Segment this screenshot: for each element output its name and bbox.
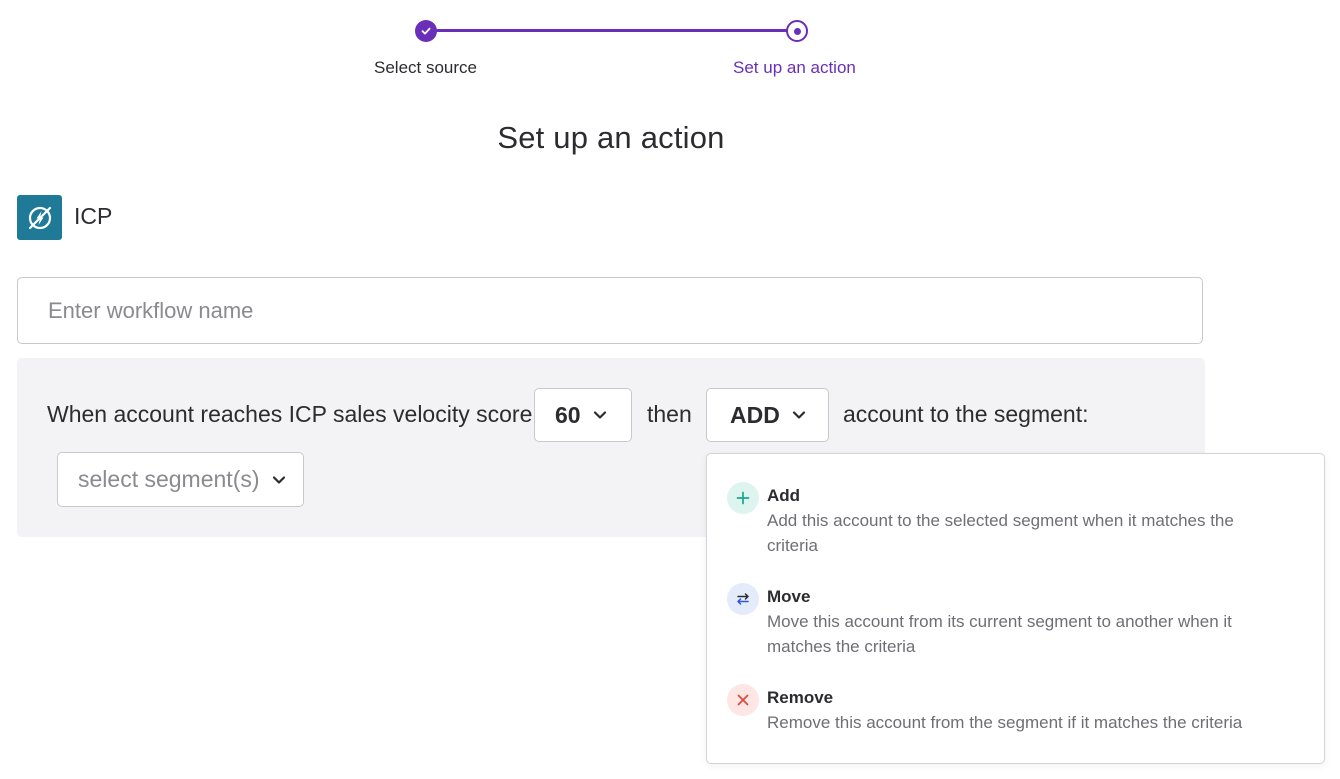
segment-placeholder: select segment(s) <box>78 466 260 492</box>
action-option-remove[interactable]: Remove Remove this account from the segm… <box>707 678 1324 748</box>
page-title: Set up an action <box>497 120 725 155</box>
action-option-move[interactable]: Move Move this account from its current … <box>707 577 1324 663</box>
plus-icon <box>727 482 759 514</box>
action-dropdown[interactable]: ADD <box>706 388 829 442</box>
option-title: Add <box>767 486 801 505</box>
chevron-down-icon <box>593 410 607 420</box>
close-icon <box>727 684 759 716</box>
step-label-select-source[interactable]: Select source <box>374 58 477 78</box>
step-current-indicator <box>786 20 808 42</box>
action-option-add[interactable]: Add Add this account to the selected seg… <box>707 476 1324 562</box>
option-title: Move <box>767 587 811 606</box>
step-label-set-up-action: Set up an action <box>733 58 856 77</box>
stepper-connector <box>436 29 788 32</box>
chevron-down-icon <box>272 475 286 485</box>
option-description: Add this account to the selected segment… <box>767 511 1234 555</box>
rule-prefix-text: When account reaches ICP sales velocity … <box>47 401 533 427</box>
score-value: 60 <box>555 401 581 428</box>
swap-arrows-icon <box>727 583 759 615</box>
workflow-name-input[interactable] <box>17 277 1203 344</box>
action-dropdown-menu: Add Add this account to the selected seg… <box>706 453 1325 764</box>
rule-connector-text: then <box>647 401 692 427</box>
step-complete-check-icon <box>415 20 437 42</box>
chevron-down-icon <box>792 410 806 420</box>
action-value: ADD <box>730 401 780 428</box>
option-description: Move this account from its current segme… <box>767 612 1232 656</box>
option-title: Remove <box>767 688 834 707</box>
progress-stepper: Select source Set up an action <box>0 0 1340 90</box>
source-name: ICP <box>74 203 113 229</box>
no-power-icon <box>17 195 62 240</box>
segment-dropdown[interactable]: select segment(s) <box>57 452 304 507</box>
option-description: Remove this account from the segment if … <box>767 713 1243 732</box>
score-dropdown[interactable]: 60 <box>534 388 632 442</box>
rule-suffix-text: account to the segment: <box>843 401 1089 427</box>
